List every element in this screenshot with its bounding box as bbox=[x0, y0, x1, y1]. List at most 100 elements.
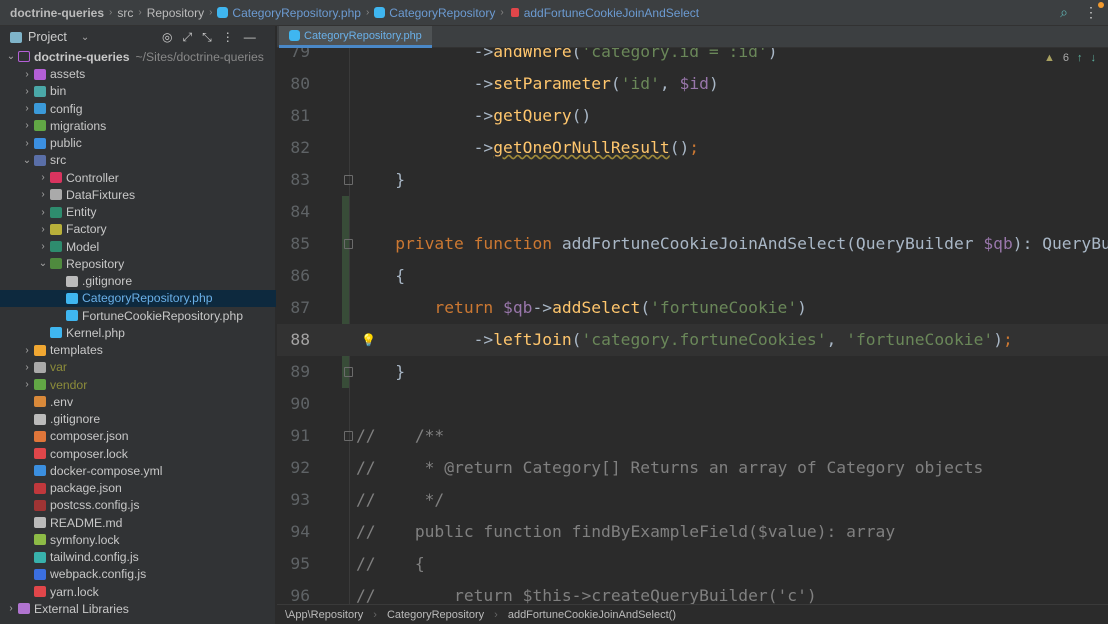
tree-root[interactable]: ⌄ doctrine-queries ~/Sites/doctrine-quer… bbox=[0, 48, 276, 65]
expand-all-icon[interactable]: ⤢ bbox=[182, 30, 192, 45]
options-icon[interactable]: ⋮ bbox=[222, 30, 234, 45]
tree-item[interactable]: tailwind.config.js bbox=[0, 549, 276, 566]
line-number: 86 bbox=[290, 266, 310, 285]
tree-item[interactable]: › External Libraries bbox=[0, 600, 276, 617]
code-line[interactable]: 80 ->setParameter('id', $id) bbox=[277, 68, 1108, 100]
chevron-right-icon[interactable]: › bbox=[36, 172, 50, 183]
code-line[interactable]: 93 // */ bbox=[277, 484, 1108, 516]
chevron-down-icon[interactable]: ⌄ bbox=[81, 32, 89, 43]
tree-item[interactable]: .gitignore bbox=[0, 273, 276, 290]
tree-item[interactable]: › bin bbox=[0, 83, 276, 100]
code-line[interactable]: 84 bbox=[277, 196, 1108, 228]
code-line[interactable]: 91 // /** bbox=[277, 420, 1108, 452]
chevron-right-icon[interactable]: › bbox=[36, 241, 50, 252]
tree-item-label: public bbox=[50, 136, 82, 151]
tree-item[interactable]: CategoryRepository.php bbox=[0, 289, 276, 307]
tree-item[interactable]: ⌄ src bbox=[0, 152, 276, 169]
tree-item[interactable]: › Model bbox=[0, 238, 276, 255]
next-highlight-icon[interactable]: ↓ bbox=[1091, 52, 1097, 64]
code-line[interactable]: 95 // { bbox=[277, 548, 1108, 580]
nav-crumb-class[interactable]: CategoryRepository bbox=[389, 6, 495, 20]
tree-item[interactable]: › public bbox=[0, 135, 276, 152]
inspection-widget[interactable]: ▲ 6 ↑ ↓ bbox=[1044, 52, 1096, 64]
tree-item[interactable]: › templates bbox=[0, 342, 276, 359]
chevron-down-icon[interactable]: ⌄ bbox=[4, 51, 18, 62]
tree-item[interactable]: › Entity bbox=[0, 204, 276, 221]
code-line[interactable]: 81 ->getQuery() bbox=[277, 100, 1108, 132]
breadcrumb-method[interactable]: addFortuneCookieJoinAndSelect() bbox=[508, 609, 676, 621]
tree-item[interactable]: › var bbox=[0, 359, 276, 376]
code-line[interactable]: 83 } bbox=[277, 164, 1108, 196]
code-line[interactable]: 96 // return $this->createQueryBuilder('c… bbox=[277, 580, 1108, 604]
tab-category-repository[interactable]: CategoryRepository.php bbox=[279, 26, 432, 48]
code-editor[interactable]: 79 ->andWhere('category.id = :id') 80 ->s… bbox=[277, 48, 1108, 604]
tree-item[interactable]: .env bbox=[0, 393, 276, 410]
tree-item[interactable]: › vendor bbox=[0, 376, 276, 393]
search-icon[interactable]: ⌕ bbox=[1060, 4, 1068, 21]
tree-item[interactable]: › Factory bbox=[0, 221, 276, 238]
code-line[interactable]: 88 ->leftJoin('category.fortuneCookies',… bbox=[277, 324, 1108, 356]
code-line[interactable]: 89 } bbox=[277, 356, 1108, 388]
fold-marker-icon[interactable] bbox=[344, 367, 353, 377]
code-line[interactable]: 90 bbox=[277, 388, 1108, 420]
tree-item[interactable]: symfony.lock bbox=[0, 531, 276, 548]
code-line[interactable]: 94 // public function findByExampleField(… bbox=[277, 516, 1108, 548]
more-options-icon[interactable]: ⋮ bbox=[1084, 2, 1104, 21]
nav-crumb-file[interactable]: CategoryRepository.php bbox=[232, 6, 361, 20]
tree-item[interactable]: Kernel.php bbox=[0, 324, 276, 341]
tree-item[interactable]: › assets bbox=[0, 66, 276, 83]
chevron-right-icon[interactable]: › bbox=[20, 362, 34, 373]
tree-item[interactable]: › Controller bbox=[0, 169, 276, 186]
previous-highlight-icon[interactable]: ↑ bbox=[1077, 52, 1083, 64]
lightbulb-icon[interactable]: 💡 bbox=[361, 324, 376, 356]
project-view-selector[interactable]: Project bbox=[28, 30, 67, 44]
chevron-down-icon[interactable]: ⌄ bbox=[36, 258, 50, 269]
code-line[interactable]: 86 { bbox=[277, 260, 1108, 292]
tree-item[interactable]: yarn.lock bbox=[0, 583, 276, 600]
fold-marker-icon[interactable] bbox=[344, 175, 353, 185]
code-line[interactable]: 85 private function addFortuneCookieJoin… bbox=[277, 228, 1108, 260]
chevron-right-icon[interactable]: › bbox=[20, 69, 34, 80]
tree-item[interactable]: webpack.config.js bbox=[0, 566, 276, 583]
tree-item[interactable]: .gitignore bbox=[0, 411, 276, 428]
file-icon bbox=[50, 327, 62, 339]
chevron-right-icon[interactable]: › bbox=[20, 120, 34, 131]
nav-crumb-src[interactable]: src bbox=[117, 6, 133, 20]
chevron-right-icon[interactable]: › bbox=[20, 103, 34, 114]
tree-item[interactable]: › DataFixtures bbox=[0, 186, 276, 203]
chevron-right-icon[interactable]: › bbox=[20, 345, 34, 356]
tree-item[interactable]: README.md bbox=[0, 514, 276, 531]
tree-item[interactable]: ⌄ Repository bbox=[0, 255, 276, 272]
breadcrumb-namespace[interactable]: \App\Repository bbox=[285, 609, 363, 621]
code-line[interactable]: 79 ->andWhere('category.id = :id') bbox=[277, 48, 1108, 68]
tree-item[interactable]: FortuneCookieRepository.php bbox=[0, 307, 276, 324]
tree-item[interactable]: docker-compose.yml bbox=[0, 462, 276, 479]
chevron-right-icon[interactable]: › bbox=[20, 379, 34, 390]
tree-item[interactable]: › config bbox=[0, 100, 276, 117]
code-token: 'category.fortuneCookies' bbox=[581, 330, 827, 349]
tree-item[interactable]: composer.lock bbox=[0, 445, 276, 462]
chevron-right-icon[interactable]: › bbox=[36, 207, 50, 218]
nav-crumb-repository[interactable]: Repository bbox=[147, 6, 204, 20]
chevron-right-icon[interactable]: › bbox=[4, 603, 18, 614]
code-line[interactable]: 87 return $qb->addSelect('fortuneCookie'… bbox=[277, 292, 1108, 324]
breadcrumb-class[interactable]: CategoryRepository bbox=[387, 609, 484, 621]
tree-item[interactable]: composer.json bbox=[0, 428, 276, 445]
chevron-down-icon[interactable]: ⌄ bbox=[20, 155, 34, 166]
code-line[interactable]: 82 ->getOneOrNullResult(); bbox=[277, 132, 1108, 164]
tree-item[interactable]: postcss.config.js bbox=[0, 497, 276, 514]
chevron-right-icon[interactable]: › bbox=[36, 189, 50, 200]
nav-crumb-project[interactable]: doctrine-queries bbox=[10, 6, 104, 20]
fold-marker-icon[interactable] bbox=[344, 239, 353, 249]
locate-file-icon[interactable]: ◎ bbox=[162, 30, 172, 45]
tree-item[interactable]: › migrations bbox=[0, 117, 276, 134]
code-line[interactable]: 92 // * @return Category[] Returns an arr… bbox=[277, 452, 1108, 484]
fold-marker-icon[interactable] bbox=[344, 431, 353, 441]
chevron-right-icon[interactable]: › bbox=[20, 138, 34, 149]
collapse-all-icon[interactable]: ⤡ bbox=[202, 30, 212, 45]
nav-crumb-method[interactable]: addFortuneCookieJoinAndSelect bbox=[524, 6, 699, 20]
hide-panel-icon[interactable]: — bbox=[244, 30, 256, 45]
chevron-right-icon[interactable]: › bbox=[36, 224, 50, 235]
tree-item[interactable]: package.json bbox=[0, 480, 276, 497]
chevron-right-icon[interactable]: › bbox=[20, 86, 34, 97]
